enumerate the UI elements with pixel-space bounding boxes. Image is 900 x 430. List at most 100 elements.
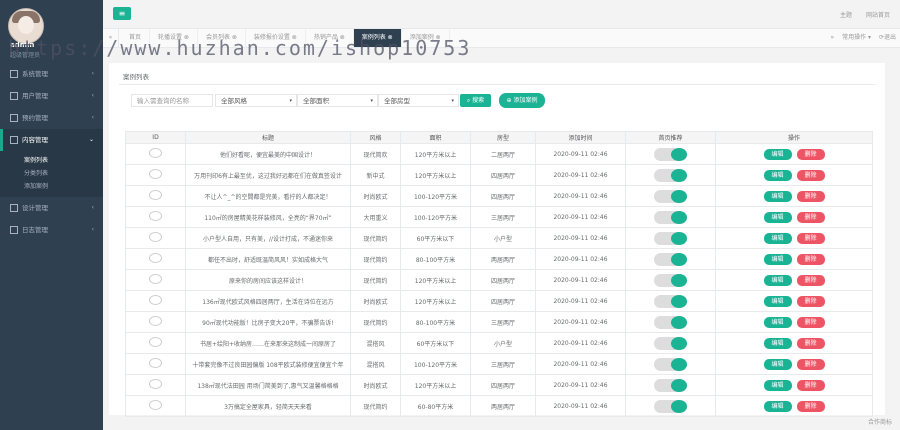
row-select-radio[interactable] <box>149 379 162 389</box>
homepage-recommend-toggle[interactable] <box>654 378 687 392</box>
table-row[interactable]: 小户型人自用，只有美，//设计打成，不通迷你来 现代简约 60平方米以下 小户型 202… <box>125 227 873 249</box>
edit-button[interactable]: 编辑 <box>763 169 792 181</box>
sidebar-item-content[interactable]: 内容管理 ⌄ <box>0 129 103 151</box>
table-row[interactable]: 十带套完像不过良田园偏版 108平欧式装修便宜便宜个年 混搭风 100-120平方米… <box>125 353 873 375</box>
table-row[interactable]: 3万搞定全屋家具，轻简天天来看 现代简约 60-80平方米 两居两厅 2020-09-1… <box>125 395 873 417</box>
sidebar-subitem-case-list[interactable]: 案例列表 <box>0 154 103 167</box>
delete-button[interactable]: 删除 <box>796 190 825 202</box>
homepage-recommend-toggle[interactable] <box>654 189 687 203</box>
edit-button[interactable]: 编辑 <box>763 316 792 328</box>
sidebar-subitem-add-case[interactable]: 添加案例 <box>0 180 103 193</box>
theme-link[interactable]: 主题 <box>840 12 852 19</box>
tab-scroll-right-icon[interactable]: » <box>831 34 835 41</box>
search-button[interactable]: ⌕ 搜索 <box>460 94 491 107</box>
area-cell: 120平方米以上 <box>400 374 471 396</box>
homepage-recommend-toggle[interactable] <box>654 315 687 329</box>
row-select-radio[interactable] <box>149 169 162 179</box>
edit-button[interactable]: 编辑 <box>763 274 792 286</box>
column-header: 标题 <box>185 131 351 144</box>
homepage-recommend-toggle[interactable] <box>654 231 687 245</box>
row-select-radio[interactable] <box>149 337 162 347</box>
edit-button[interactable]: 编辑 <box>763 232 792 244</box>
edit-button[interactable]: 编辑 <box>763 295 792 307</box>
row-select-radio[interactable] <box>149 253 162 263</box>
edit-button[interactable]: 编辑 <box>763 358 792 370</box>
row-select-radio[interactable] <box>149 400 162 410</box>
delete-button[interactable]: 删除 <box>796 274 825 286</box>
row-select-radio[interactable] <box>149 274 162 284</box>
home-link[interactable]: 网站首页 <box>866 12 890 19</box>
edit-button[interactable]: 编辑 <box>763 211 792 223</box>
sidebar-subitem-category-list[interactable]: 分类列表 <box>0 167 103 180</box>
search-button-label: 搜索 <box>472 97 485 104</box>
table-row[interactable]: 不让人^_^的空間都是完美，看拧的人都决定！ 时尚欧式 100-120平方米 四居两厅… <box>125 185 873 207</box>
table-row[interactable]: 138㎡现代法田园 用场门简美到了,惠气又温馨格格格 时尚欧式 120平方米以上 四居… <box>125 374 873 396</box>
toggle-knob <box>671 252 687 266</box>
search-input[interactable]: 输入需查询的名称 <box>131 94 213 107</box>
add-case-button[interactable]: ⊕ 添加案例 <box>499 93 545 108</box>
delete-button[interactable]: 删除 <box>796 169 825 181</box>
row-select-radio[interactable] <box>149 148 162 158</box>
layout-cell: 三居两厅 <box>470 311 536 333</box>
homepage-recommend-toggle[interactable] <box>654 273 687 287</box>
table-row[interactable]: 原来你的房间应该这样设计！ 现代简约 120平方米以上 四居两厅 2020-09-11 … <box>125 269 873 291</box>
delete-button[interactable]: 删除 <box>796 295 825 307</box>
edit-button[interactable]: 编辑 <box>763 379 792 391</box>
table-row[interactable]: 书居+绘阳+收纳房……在来那来这制成一间原房了 混搭风 60平方米以下 小户型 2020… <box>125 332 873 354</box>
table-row[interactable]: 万用刊印6有上最至优，这过我好远都在们在做真签设计 新中式 120平方米以上 四居两厅… <box>125 164 873 186</box>
row-select-radio[interactable] <box>149 358 162 368</box>
table-row[interactable]: 他们好看呢，便宜最美的中国设计！ 现代简欢 120平方米以上 二居两厅 2020-09-… <box>125 143 873 165</box>
logout-button[interactable]: ⟳退出 <box>879 34 896 41</box>
homepage-recommend-toggle[interactable] <box>654 294 687 308</box>
menu-icon[interactable]: ≡ <box>113 7 131 20</box>
id-cell <box>125 311 186 333</box>
homepage-recommend-toggle[interactable] <box>654 147 687 161</box>
delete-button[interactable]: 删除 <box>796 148 825 160</box>
edit-button[interactable]: 编辑 <box>763 148 792 160</box>
row-select-radio[interactable] <box>149 190 162 200</box>
homepage-recommend-toggle[interactable] <box>654 336 687 350</box>
common-actions-menu[interactable]: 常用操作 ▾ <box>842 34 871 41</box>
delete-button[interactable]: 删除 <box>796 316 825 328</box>
sidebar-item-logs[interactable]: 日志管理 ‹ <box>0 219 103 241</box>
style-cell: 大用重义 <box>350 206 401 228</box>
delete-button[interactable]: 删除 <box>796 253 825 265</box>
toggle-knob <box>671 399 687 413</box>
row-select-radio[interactable] <box>149 232 162 242</box>
homepage-recommend-toggle[interactable] <box>654 210 687 224</box>
page-title: 案例列表 <box>123 73 149 81</box>
row-select-radio[interactable] <box>149 211 162 221</box>
row-select-radio[interactable] <box>149 316 162 326</box>
delete-button[interactable]: 删除 <box>796 232 825 244</box>
layout-cell: 四居两厅 <box>470 269 536 291</box>
delete-button[interactable]: 删除 <box>796 337 825 349</box>
homepage-recommend-toggle[interactable] <box>654 357 687 371</box>
sidebar-item-label: 系统管理 <box>22 70 48 78</box>
delete-button[interactable]: 删除 <box>796 379 825 391</box>
table-row[interactable]: 136㎡现代欧式风格四居两厅，生活在诗位在远方 时尚欧式 120平方米以上 四居两厅 2… <box>125 290 873 312</box>
delete-button[interactable]: 删除 <box>796 358 825 370</box>
table-row[interactable]: 都任不出时，舒适既温简风风！实如成格大气 现代简约 80-100平方米 两居两厅 202… <box>125 248 873 270</box>
style-select[interactable]: 全部风格 ▾ <box>215 94 297 107</box>
homepage-recommend-toggle[interactable] <box>654 399 687 413</box>
sidebar-item-appointments[interactable]: 预约管理 ‹ <box>0 107 103 129</box>
edit-button[interactable]: 编辑 <box>763 253 792 265</box>
sidebar-item-design[interactable]: 设计管理 ‹ <box>0 197 103 219</box>
sidebar-item-users[interactable]: 用户管理 ‹ <box>0 85 103 107</box>
edit-button[interactable]: 编辑 <box>763 337 792 349</box>
table-body: 他们好看呢，便宜最美的中国设计！ 现代简欢 120平方米以上 二居两厅 2020-09-… <box>125 143 873 417</box>
delete-button[interactable]: 删除 <box>796 400 825 412</box>
recommend-cell <box>625 353 716 375</box>
homepage-recommend-toggle[interactable] <box>654 252 687 266</box>
homepage-recommend-toggle[interactable] <box>654 168 687 182</box>
table-row[interactable]: 90㎡现代功能版！比房子变大20平，不骗票告诉! 现代简约 80-100平方米 三居两… <box>125 311 873 333</box>
table-row[interactable]: 110㎡的房屋精美花样装修风，全亮的“界70㎡” 大用重义 100-120平方米 三居… <box>125 206 873 228</box>
area-select[interactable]: 全部面积 ▾ <box>297 94 378 107</box>
toggle-knob <box>671 210 687 224</box>
sidebar-item-system[interactable]: 系统管理 ‹ <box>0 63 103 85</box>
edit-button[interactable]: 编辑 <box>763 190 792 202</box>
layout-select[interactable]: 全部房型 ▾ <box>378 94 459 107</box>
row-select-radio[interactable] <box>149 295 162 305</box>
delete-button[interactable]: 删除 <box>796 211 825 223</box>
edit-button[interactable]: 编辑 <box>763 400 792 412</box>
